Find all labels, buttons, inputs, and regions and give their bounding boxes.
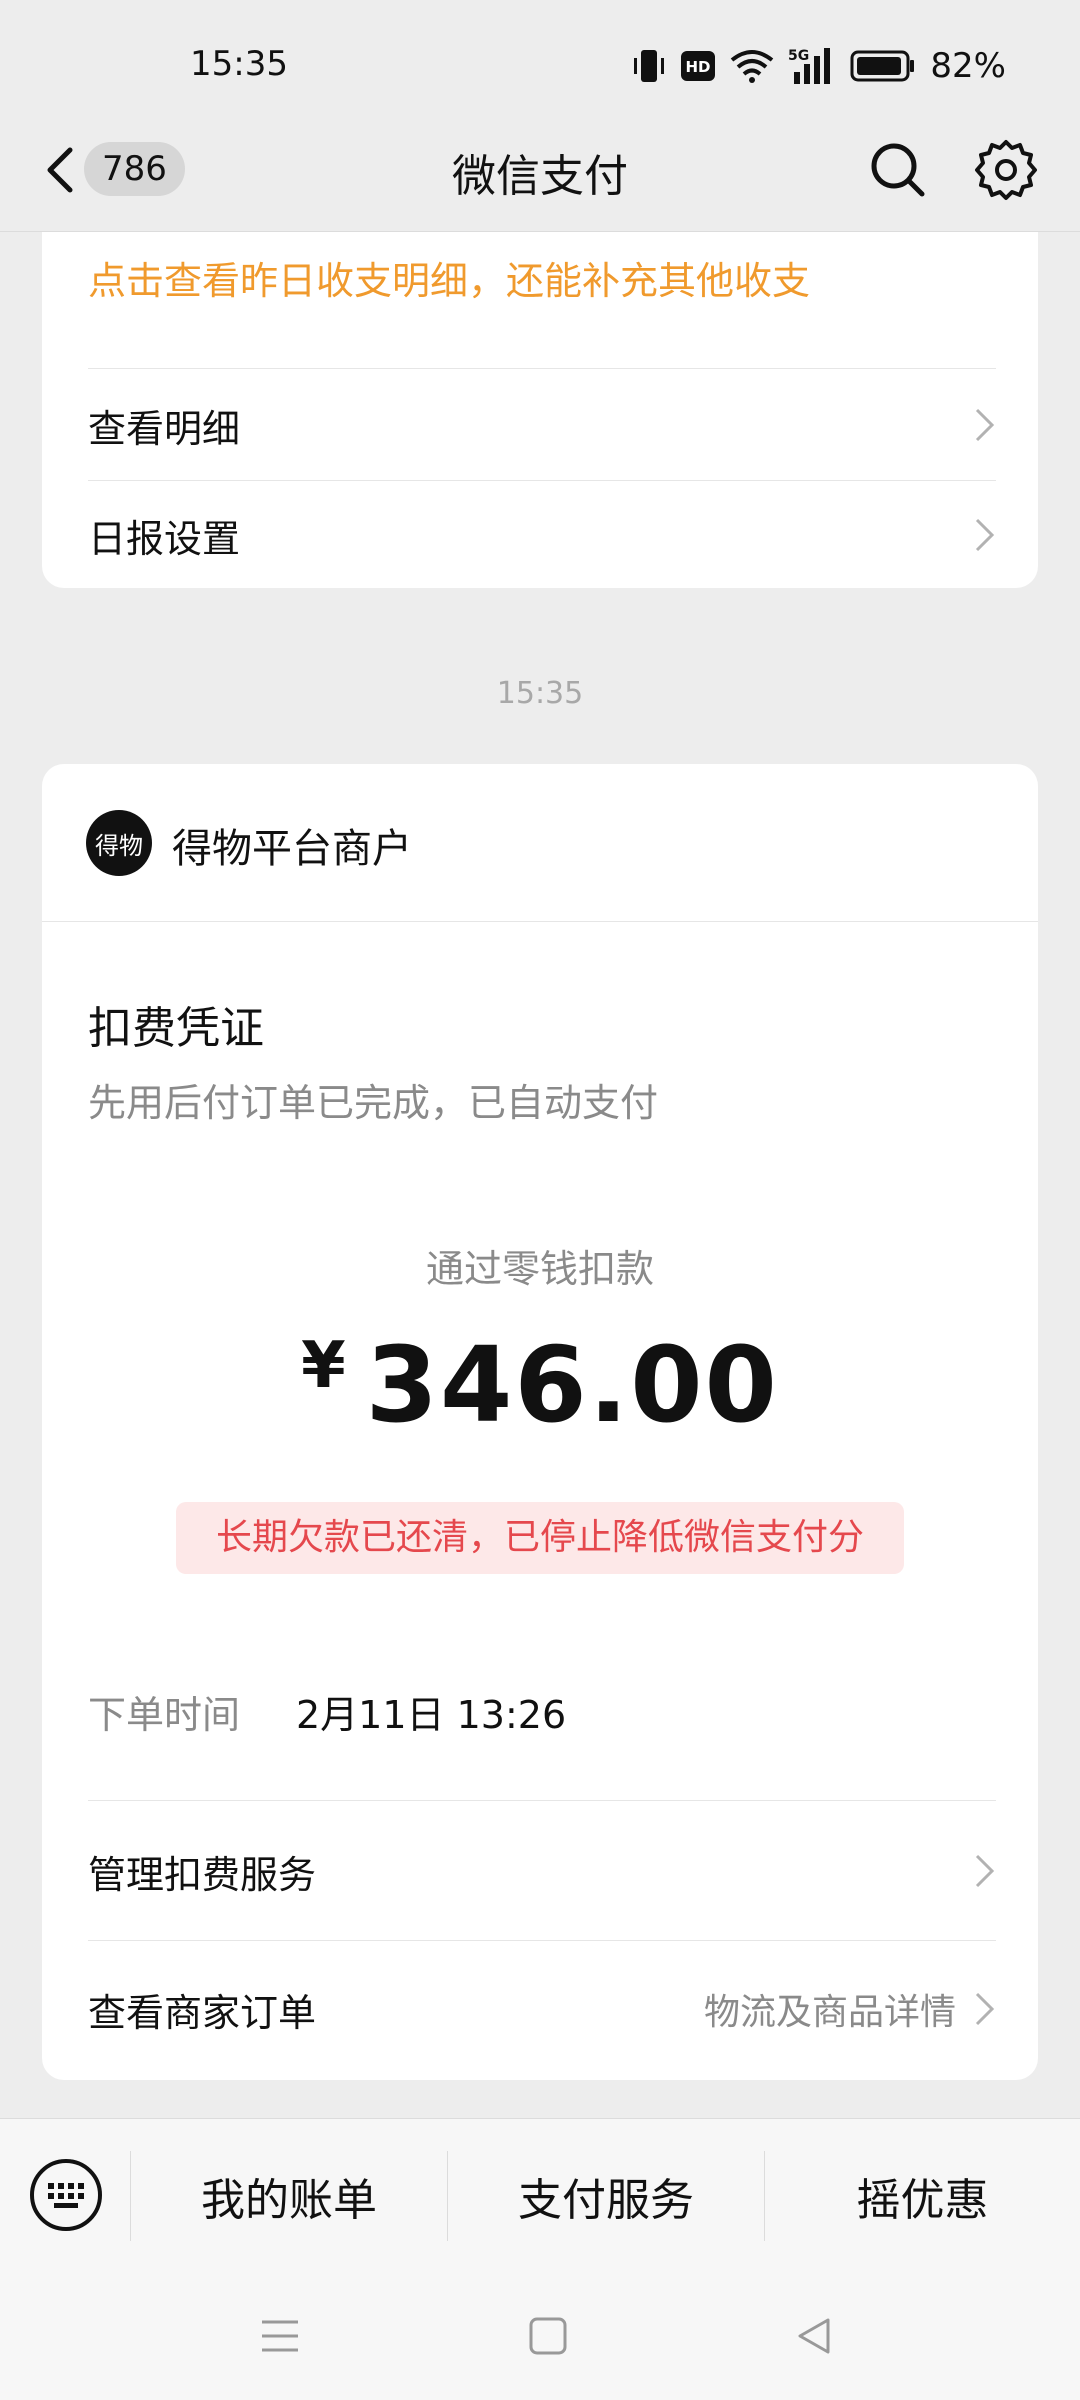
divider [88, 368, 996, 369]
battery-percent: 82% [930, 46, 1006, 86]
view-details-label: 查看明细 [88, 406, 241, 451]
chevron-right-icon [975, 1992, 995, 2026]
system-nav-bar [0, 2272, 1080, 2400]
top-nav-bar: 786 微信支付 [0, 112, 1080, 232]
keyboard-toggle-button[interactable] [28, 2157, 104, 2233]
order-time-label: 下单时间 [88, 1693, 241, 1737]
chevron-right-icon [975, 1854, 995, 1888]
merchant-name: 得物平台商户 [172, 826, 412, 872]
daily-report-card: 点击查看昨日收支明细，还能补充其他收支 查看明细 日报设置 [42, 232, 1038, 588]
chevron-right-icon [975, 408, 995, 442]
vibrate-icon [634, 50, 665, 82]
chevron-right-icon [975, 518, 995, 552]
daily-report-hint[interactable]: 点击查看昨日收支明细，还能补充其他收支 [88, 250, 810, 305]
merchant-header[interactable]: 得物 得物平台商户 [42, 764, 1038, 922]
menu-my-bills[interactable]: 我的账单 [131, 2119, 447, 2273]
merchant-order-label: 查看商家订单 [88, 1990, 317, 2035]
svg-text:5G: 5G [788, 48, 809, 64]
search-button[interactable] [866, 138, 930, 202]
triangle-back-icon [798, 2318, 830, 2354]
receipt-title: 扣费凭证 [88, 1003, 264, 1054]
settings-button[interactable] [974, 138, 1038, 202]
bottom-menu-bar: 我的账单 支付服务 摇优惠 [0, 2118, 1080, 2272]
system-back-button[interactable] [790, 2312, 838, 2360]
battery-icon [850, 50, 915, 82]
payment-method: 通过零钱扣款 [425, 1247, 654, 1291]
search-icon [871, 143, 925, 197]
manage-deduction-label: 管理扣费服务 [88, 1852, 317, 1897]
credit-notice-badge: 长期欠款已还清，已停止降低微信支付分 [176, 1502, 904, 1574]
menu-lines-icon [262, 2320, 298, 2352]
order-time-value: 2月11日 13:26 [296, 1693, 567, 1737]
home-button[interactable] [524, 2312, 572, 2360]
svg-text:HD: HD [686, 58, 711, 76]
receipt-subtitle: 先用后付订单已完成，已自动支付 [88, 1081, 659, 1125]
merchant-order-note: 物流及商品详情 [703, 1992, 956, 2033]
divider [88, 1800, 996, 1801]
hd-icon: HD [681, 51, 716, 81]
merchant-order-row[interactable]: 查看商家订单 物流及商品详情 [88, 1942, 996, 2076]
view-details-row[interactable]: 查看明细 [88, 370, 996, 480]
menu-payment-services[interactable]: 支付服务 [448, 2119, 764, 2273]
wifi-icon [731, 50, 774, 83]
report-settings-label: 日报设置 [88, 516, 241, 561]
square-icon [529, 2317, 567, 2355]
merchant-order-right: 物流及商品详情 [704, 1983, 996, 2035]
currency-symbol: ¥ [301, 1329, 346, 1403]
gear-icon [975, 140, 1037, 200]
keyboard-icon [30, 2159, 102, 2231]
payment-receipt-card: 得物 得物平台商户 扣费凭证 先用后付订单已完成，已自动支付 通过零钱扣款 ¥3… [42, 764, 1038, 2080]
signal-5g-icon: 5G [788, 48, 831, 84]
manage-deduction-row[interactable]: 管理扣费服务 [88, 1804, 996, 1938]
merchant-logo: 得物 [86, 810, 152, 876]
message-timestamp: 15:35 [496, 676, 584, 711]
status-icons: HD 5G 82% [632, 44, 1006, 88]
divider [88, 1940, 996, 1941]
report-settings-row[interactable]: 日报设置 [88, 480, 996, 590]
menu-shake-offers[interactable]: 摇优惠 [765, 2119, 1080, 2273]
payment-amount: ¥346.00 [42, 1324, 1038, 1446]
amount-value: 346.00 [365, 1324, 779, 1446]
recent-apps-button[interactable] [256, 2312, 304, 2360]
status-time: 15:35 [190, 44, 288, 84]
